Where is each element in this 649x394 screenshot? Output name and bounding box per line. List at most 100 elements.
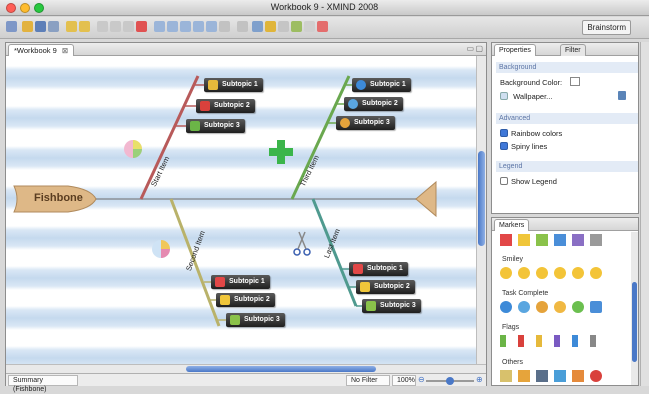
zoom-in-icon[interactable]: ⊕ [476,375,483,384]
print-icon[interactable] [48,21,59,32]
label-icon[interactable] [265,21,276,32]
task-half-marker[interactable] [536,301,548,313]
wallpaper-row[interactable]: Wallpaper... [500,92,552,101]
background-section-header[interactable]: Background [496,62,638,73]
marker-icon[interactable] [317,21,328,32]
save-icon[interactable] [35,21,46,32]
central-topic-label[interactable]: Fishbone [34,192,83,204]
delete-icon[interactable] [136,21,147,32]
advanced-section-header[interactable]: Advanced [496,113,638,124]
second-subtopic-3[interactable]: Subtopic 3 [226,313,285,327]
insert-boundary-icon[interactable] [193,21,204,32]
insert-relationship-icon[interactable] [219,21,230,32]
maximize-view-icon[interactable]: ▢ [475,44,483,53]
smiley-laugh-marker[interactable] [500,267,512,279]
cut-icon[interactable] [97,21,108,32]
task-done-marker[interactable] [572,301,584,313]
show-legend-checkbox[interactable]: Show Legend [500,177,557,186]
show-legend-check[interactable] [500,177,508,185]
paste-icon[interactable] [123,21,134,32]
insert-callout-icon[interactable] [180,21,191,32]
spiny-lines-checkbox[interactable]: Spiny lines [500,142,547,151]
rainbow-colors-checkbox[interactable]: Rainbow colors [500,129,562,138]
markers-panel: Markers Smiley Task Complete Flags Other… [491,217,639,386]
third-subtopic-3[interactable]: Subtopic 3 [336,116,395,130]
insert-topic-icon[interactable] [154,21,165,32]
background-color-swatch[interactable] [570,77,581,86]
flag-orange-marker[interactable] [536,335,542,347]
other-marker-4[interactable] [554,370,566,382]
star-blue-marker[interactable] [554,234,566,246]
star-gray-marker[interactable] [590,234,602,246]
horizontal-scroll-thumb[interactable] [186,366,376,372]
third-subtopic-2[interactable]: Subtopic 2 [344,97,403,111]
other-marker-5[interactable] [572,370,584,382]
last-subtopic-1[interactable]: Subtopic 1 [349,262,408,276]
minimize-view-icon[interactable]: ▭ [466,44,474,53]
editor-tab-bar: *Workbook 9 ⊠ ▭ ▢ [6,43,486,56]
mind-map-canvas[interactable]: Fishbone Start Item Third Item Second It… [6,56,476,364]
markers-scroll-thumb[interactable] [632,282,637,362]
star-purple-marker[interactable] [572,234,584,246]
second-subtopic-1[interactable]: Subtopic 1 [211,275,270,289]
insert-subtopic-icon[interactable] [167,21,178,32]
start-subtopic-3[interactable]: Subtopic 3 [186,119,245,133]
zoom-slider[interactable]: ⊖ ⊕ [418,375,484,385]
notes-icon[interactable] [278,21,289,32]
open-icon[interactable] [22,21,33,32]
close-tab-icon[interactable]: ⊠ [62,46,68,55]
smiley-cool-marker[interactable] [536,267,548,279]
rainbow-colors-check[interactable] [500,129,508,137]
star-yellow-marker[interactable] [518,234,530,246]
start-subtopic-1[interactable]: Subtopic 1 [204,78,263,92]
undo-icon[interactable] [66,21,77,32]
smiley-angry-marker[interactable] [572,267,584,279]
insert-summary-icon[interactable] [206,21,217,32]
flag-purple-marker[interactable] [554,335,560,347]
other-marker-3[interactable] [536,370,548,382]
smiley-cry-marker[interactable] [590,267,602,279]
flag-gray-marker[interactable] [590,335,596,347]
smiley-surprise-marker[interactable] [554,267,566,279]
last-subtopic-2[interactable]: Subtopic 2 [356,280,415,294]
task-quarter-marker[interactable] [518,301,530,313]
flag-green-marker[interactable] [500,335,506,347]
flag-red-marker[interactable] [518,335,524,347]
tab-markers[interactable]: Markers [494,219,530,231]
redo-icon[interactable] [79,21,90,32]
task-start-marker[interactable] [500,301,512,313]
tab-properties[interactable]: Properties [494,44,536,56]
copy-icon[interactable] [110,21,121,32]
tab-filter[interactable]: Filter [560,44,586,56]
star-green-marker[interactable] [536,234,548,246]
flag-blue-marker[interactable] [572,335,578,347]
other-marker-1[interactable] [500,370,512,382]
horizontal-scrollbar[interactable] [6,364,486,373]
brainstorm-button[interactable]: Brainstorm [582,20,631,35]
second-subtopic-2[interactable]: Subtopic 2 [216,293,275,307]
start-subtopic-2[interactable]: Subtopic 2 [196,99,255,113]
task-pause-marker[interactable] [590,301,602,313]
zoom-slider-handle[interactable] [446,377,454,385]
new-workbook-icon[interactable] [6,21,17,32]
smiley-smile-marker[interactable] [518,267,530,279]
last-subtopic-3[interactable]: Subtopic 3 [362,299,421,313]
structure-dropdown-icon[interactable] [237,21,248,32]
task-3quarter-marker[interactable] [554,301,566,313]
attachment-icon[interactable] [252,21,263,32]
filter-status[interactable]: No Filter [346,375,390,386]
image-icon[interactable] [304,21,315,32]
other-marker-2[interactable] [518,370,530,382]
markers-scrollbar[interactable] [631,232,638,385]
third-subtopic-1[interactable]: Subtopic 1 [352,78,411,92]
trash-icon[interactable] [618,91,626,100]
vertical-scroll-thumb[interactable] [478,151,485,246]
other-marker-6[interactable] [590,370,602,382]
vertical-scrollbar[interactable] [476,56,486,364]
hyperlink-icon[interactable] [291,21,302,32]
legend-section-header[interactable]: Legend [496,161,638,172]
zoom-out-icon[interactable]: ⊖ [418,375,425,384]
star-red-marker[interactable] [500,234,512,246]
spiny-lines-check[interactable] [500,142,508,150]
tab-workbook[interactable]: *Workbook 9 ⊠ [8,44,75,56]
